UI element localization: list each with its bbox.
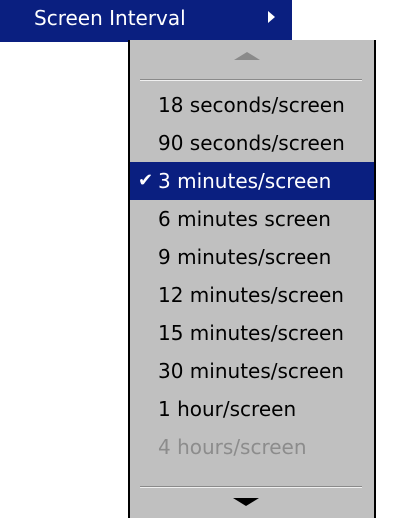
submenu-item-label: 30 minutes/screen [158, 359, 344, 383]
submenu-item-1-hour[interactable]: 1 hour/screen [130, 390, 374, 428]
submenu-item-4-hours: 4 hours/screen [130, 428, 374, 466]
submenu-item-18-seconds[interactable]: 18 seconds/screen [130, 86, 374, 124]
menu-separator-bottom [140, 486, 362, 488]
triangle-up-icon [234, 52, 260, 60]
submenu-item-12-minutes[interactable]: 12 minutes/screen [130, 276, 374, 314]
menu-item-screen-interval[interactable]: Screen Interval [0, 0, 292, 42]
submenu-item-label: 3 minutes/screen [158, 169, 332, 193]
scroll-down-button[interactable] [130, 492, 374, 518]
triangle-right-icon [268, 11, 275, 23]
screen-interval-menu-screen: Screen Interval 18 seconds/screen 90 sec… [0, 0, 394, 518]
submenu-item-list: 18 seconds/screen 90 seconds/screen ✔ 3 … [130, 86, 374, 466]
triangle-down-icon [233, 498, 259, 506]
menu-separator-top [140, 79, 362, 81]
submenu-item-label: 4 hours/screen [158, 435, 307, 459]
scroll-up-button[interactable] [130, 40, 374, 76]
submenu-item-label: 6 minutes screen [158, 207, 331, 231]
submenu-item-6-minutes[interactable]: 6 minutes screen [130, 200, 374, 238]
menu-item-screen-interval-label: Screen Interval [34, 6, 186, 30]
submenu-item-3-minutes[interactable]: ✔ 3 minutes/screen [130, 162, 374, 200]
checkmark-icon: ✔ [138, 170, 154, 191]
submenu-item-label: 9 minutes/screen [158, 245, 332, 269]
submenu-item-9-minutes[interactable]: 9 minutes/screen [130, 238, 374, 276]
submenu-item-label: 18 seconds/screen [158, 93, 345, 117]
submenu-item-label: 1 hour/screen [158, 397, 297, 421]
screen-interval-submenu: 18 seconds/screen 90 seconds/screen ✔ 3 … [128, 40, 376, 518]
submenu-item-label: 90 seconds/screen [158, 131, 345, 155]
submenu-item-label: 15 minutes/screen [158, 321, 344, 345]
submenu-item-90-seconds[interactable]: 90 seconds/screen [130, 124, 374, 162]
submenu-item-30-minutes[interactable]: 30 minutes/screen [130, 352, 374, 390]
submenu-item-15-minutes[interactable]: 15 minutes/screen [130, 314, 374, 352]
submenu-item-label: 12 minutes/screen [158, 283, 344, 307]
